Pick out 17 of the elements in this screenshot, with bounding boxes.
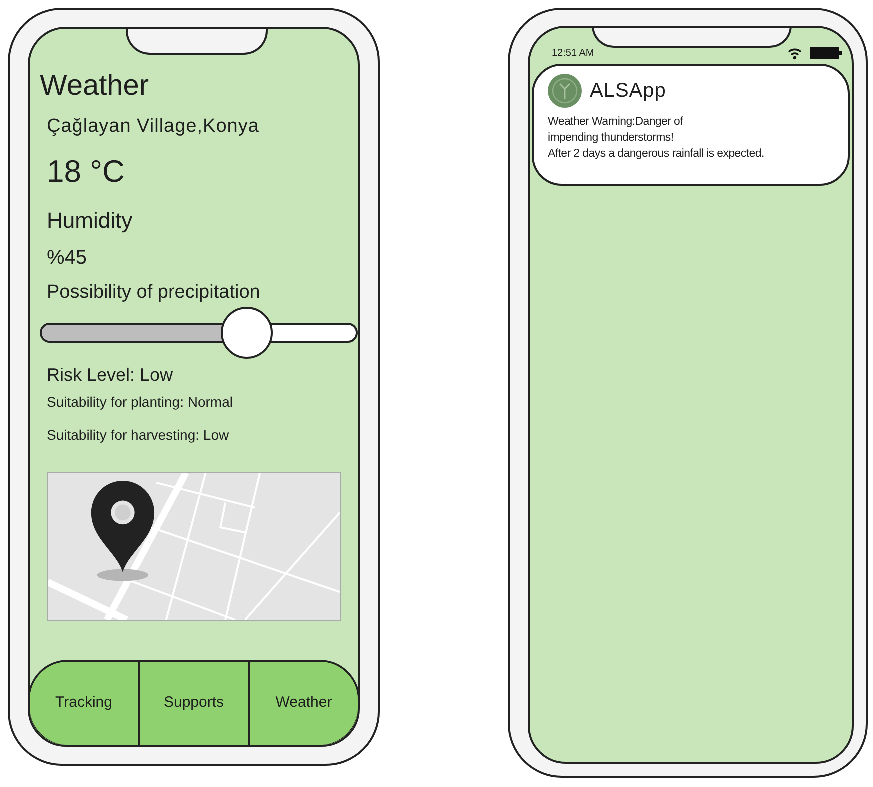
battery-icon — [810, 47, 842, 59]
risk-level-text: Risk Level: Low — [47, 364, 174, 388]
precipitation-slider[interactable] — [40, 307, 358, 360]
status-time: 12:51 AM — [552, 46, 594, 60]
humidity-value: %45 — [47, 246, 88, 271]
temperature-text: 18 °C — [47, 153, 126, 192]
notification-text: Weather Warning:Danger of impending thunderstorms! After 2 days a dangerous rainfall is expected. — [548, 115, 766, 162]
planting-suitability-text: Suitability for planting: Normal — [47, 393, 234, 412]
humidity-label: Humidity — [47, 206, 134, 235]
app-name: ALSApp — [590, 79, 666, 104]
harvesting-suitability-text: Suitability for harvesting: Low — [47, 426, 230, 446]
app-logo-icon — [548, 74, 582, 108]
screen-title: Weather — [40, 71, 150, 103]
nav-tab[interactable]: Weather — [248, 662, 358, 745]
wifi-icon — [788, 46, 802, 60]
location-text: Çağlayan Village,Konya — [47, 114, 260, 139]
precipitation-label: Possibility of precipitation — [47, 280, 262, 305]
